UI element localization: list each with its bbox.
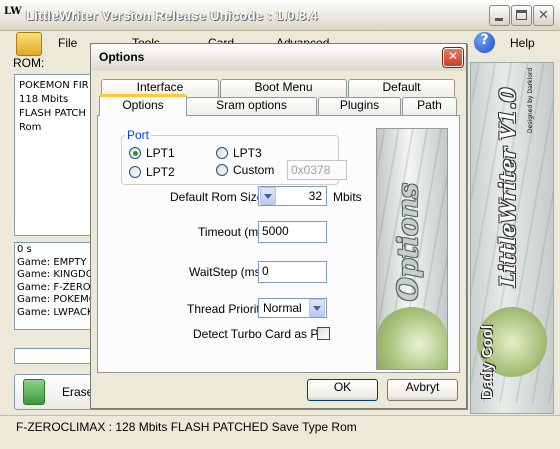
ok-label: OK xyxy=(333,380,352,394)
cancel-label: Avbryt xyxy=(405,380,440,394)
radio-label: LPT3 xyxy=(233,146,262,160)
tab-options[interactable]: Options xyxy=(99,94,187,116)
radio-button xyxy=(129,147,141,159)
tab-label: Sram options xyxy=(216,98,287,112)
banner-title: LittleWriter V1.0 xyxy=(495,87,520,287)
dialog-close-button[interactable]: ✕ xyxy=(442,47,464,68)
tab-label: Boot Menu xyxy=(254,80,313,94)
cancel-button[interactable]: Avbryt xyxy=(387,379,458,401)
chevron-down-icon[interactable] xyxy=(260,187,276,205)
tab-label: Default xyxy=(382,80,421,94)
picture-title: Options xyxy=(393,183,424,301)
thread-priority-label: Thread Priority xyxy=(187,302,266,316)
waitstep-label: WaitStep (ms) xyxy=(189,265,265,279)
default-rom-size-spinner[interactable]: 32 xyxy=(258,186,327,206)
menu-file-label: File xyxy=(58,36,78,50)
log-list[interactable]: 0 s Game: EMPTY Game: KINGDO Game: F-ZER… xyxy=(14,242,100,330)
rom-info-line: Rom xyxy=(19,122,42,133)
tab-label: Interface xyxy=(136,80,184,94)
minimize-button[interactable] xyxy=(489,5,510,26)
default-rom-size-label: Default Rom Size: xyxy=(170,190,267,204)
status-text: F-ZEROCLIMAX : 128 Mbits FLASH PATCHED S… xyxy=(16,420,357,434)
side-banner: Designed by Darklord LittleWriter V1.0 D… xyxy=(470,62,554,414)
progress-bar xyxy=(14,348,100,364)
timeout-field[interactable]: 5000 xyxy=(258,221,327,243)
picture-emblem xyxy=(377,307,447,369)
default-rom-size-value: 32 xyxy=(308,189,322,203)
radio-button xyxy=(216,147,228,159)
erase-label: Erase xyxy=(62,385,94,399)
radio-label: Custom xyxy=(233,163,275,177)
rom-info-line: FLASH PATCH xyxy=(19,108,86,119)
menu-file[interactable]: File xyxy=(16,30,86,56)
tab-label: Path xyxy=(417,98,442,112)
thread-priority-value: Normal xyxy=(263,301,302,315)
help-icon: ? xyxy=(474,32,495,53)
tab-plugins[interactable]: Plugins xyxy=(318,97,401,116)
close-icon: ✕ xyxy=(447,49,459,63)
rom-info-line: POKEMON FIR xyxy=(19,80,89,91)
tab-path[interactable]: Path xyxy=(402,97,457,116)
tab-default[interactable]: Default xyxy=(348,79,455,98)
window-title: LittleWriter Version Release Unicode : 1… xyxy=(26,8,318,23)
erase-button[interactable]: Erase xyxy=(14,374,100,410)
close-icon: ✕ xyxy=(538,8,549,23)
menu-help-label: Help xyxy=(510,36,535,50)
log-item: Game: EMPTY xyxy=(17,256,87,268)
dialog-title-bar: Options ✕ xyxy=(91,44,466,71)
main-title-bar: LW LittleWriter Version Release Unicode … xyxy=(0,0,560,31)
dialog-title: Options xyxy=(99,50,145,64)
radio-lpt1[interactable]: LPT1 xyxy=(129,145,189,161)
logo-text: Dady Cool xyxy=(479,324,496,399)
tab-label: Options xyxy=(122,98,164,112)
log-item: Game: POKEMO xyxy=(17,294,97,305)
recycle-icon xyxy=(23,379,45,405)
tab-sram-options[interactable]: Sram options xyxy=(186,97,317,116)
tab-label: Plugins xyxy=(339,98,380,112)
options-dialog: Options ✕ Interface Boot Menu Default Sr… xyxy=(90,43,467,409)
thread-priority-select[interactable]: Normal xyxy=(258,298,327,318)
custom-port-field[interactable]: 0x0378 xyxy=(287,160,347,180)
log-item: Game: KINGDO xyxy=(17,269,94,280)
rom-label: ROM: xyxy=(13,56,45,70)
rom-info-line: 118 Mbits xyxy=(19,94,69,105)
radio-lpt2[interactable]: LPT2 xyxy=(129,164,189,180)
log-item: Game: F-ZERO xyxy=(17,281,91,293)
radio-lpt3[interactable]: LPT3 xyxy=(216,145,276,161)
turbo-checkbox[interactable] xyxy=(317,327,330,340)
maximize-button[interactable] xyxy=(511,5,532,26)
waitstep-field[interactable]: 0 xyxy=(258,261,327,283)
menu-help[interactable]: ? Help xyxy=(474,30,544,56)
chevron-down-icon[interactable] xyxy=(309,299,325,317)
turbo-label: Detect Turbo Card as Pro xyxy=(193,327,330,341)
options-picture: Options xyxy=(376,128,448,370)
minimize-icon xyxy=(495,18,503,21)
maximize-icon xyxy=(516,10,527,20)
radio-button xyxy=(216,164,228,176)
radio-label: LPT1 xyxy=(146,146,175,160)
app-icon: LW xyxy=(4,6,22,17)
radio-button xyxy=(129,166,141,178)
radio-custom[interactable]: Custom xyxy=(216,162,286,178)
folder-icon xyxy=(16,32,42,56)
close-button[interactable]: ✕ xyxy=(533,5,554,26)
tab-boot-menu[interactable]: Boot Menu xyxy=(220,79,347,98)
log-item: Game: LWPACK xyxy=(17,306,94,318)
radio-selected-dot xyxy=(133,151,138,156)
rom-info-box: POKEMON FIR 118 Mbits FLASH PATCH Rom xyxy=(14,74,100,236)
default-rom-size-unit: Mbits xyxy=(333,190,362,204)
radio-label: LPT2 xyxy=(146,165,175,179)
log-item: 0 s xyxy=(17,244,32,255)
port-group-label: Port xyxy=(125,128,152,142)
ok-button[interactable]: OK xyxy=(307,379,378,401)
banner-credit: Designed by Darklord xyxy=(527,67,534,133)
